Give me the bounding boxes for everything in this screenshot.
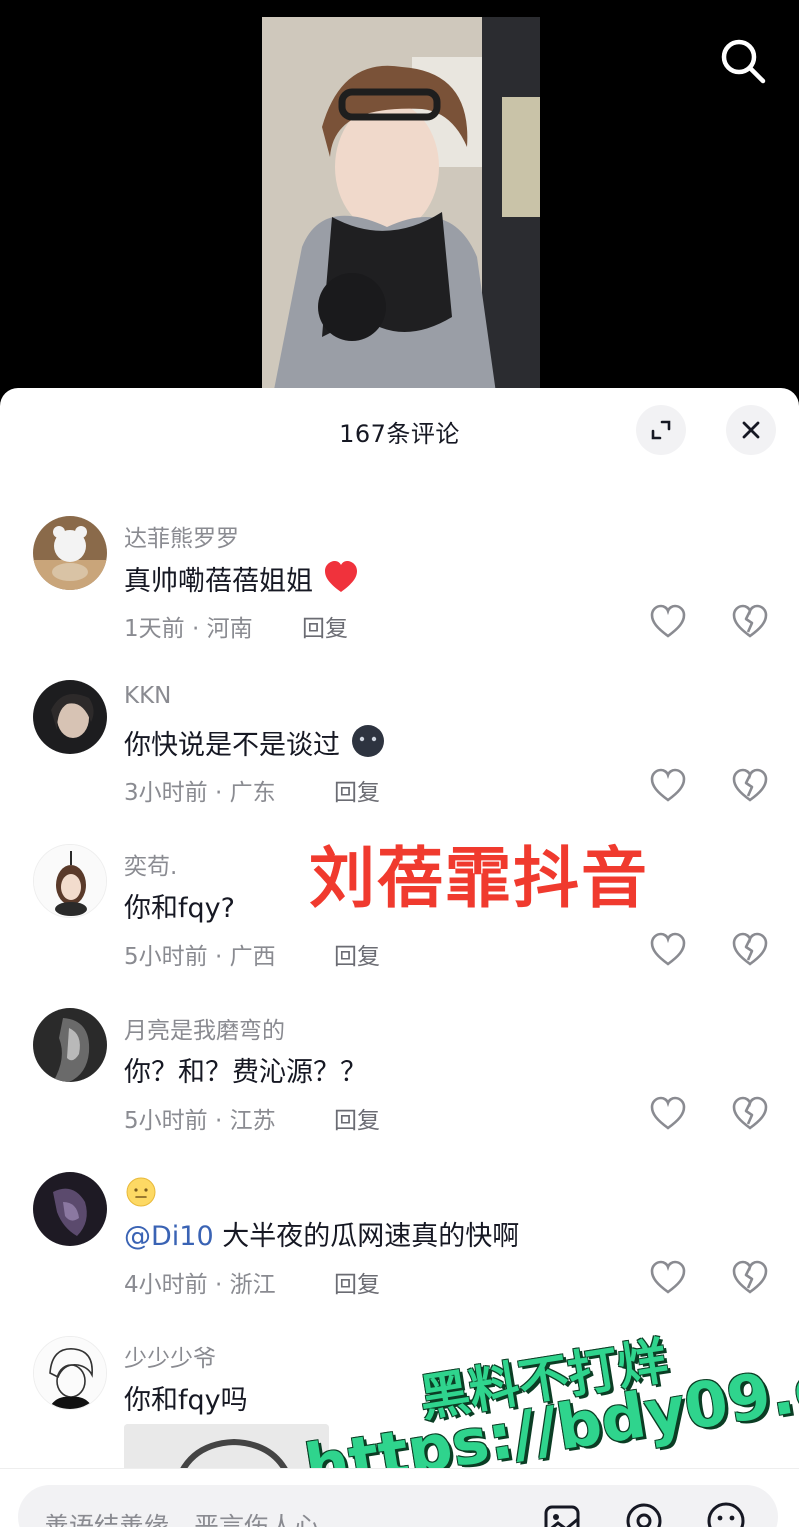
- image-icon: [544, 1505, 580, 1527]
- avatar[interactable]: [33, 1008, 107, 1082]
- comment-username[interactable]: 达菲熊罗罗: [124, 519, 239, 553]
- search-icon: [721, 39, 766, 84]
- expand-button[interactable]: [636, 405, 686, 455]
- comment-text: 真帅嘞蓓蓓姐姐: [124, 558, 360, 598]
- dislike-button[interactable]: [730, 602, 770, 642]
- comment-region: 广西: [229, 944, 276, 970]
- comment-region: 河南: [206, 616, 253, 642]
- comment-text: 你？和？费沁源？？: [124, 1057, 367, 1088]
- watermark-red-text: 刘蓓霏抖音: [309, 840, 649, 917]
- heart-outline-icon: [650, 1096, 686, 1130]
- broken-heart-icon: [732, 1260, 768, 1294]
- comment-meta: 1天前 · 河南: [124, 609, 253, 643]
- comment-meta: 4小时前 · 浙江: [124, 1265, 276, 1299]
- avatar[interactable]: [33, 844, 107, 918]
- comment-text-body: 真帅嘞蓓蓓姐姐: [124, 566, 313, 597]
- like-button[interactable]: [648, 602, 688, 642]
- dislike-button[interactable]: [730, 766, 770, 806]
- comment-meta: 5小时前 · 广西: [124, 937, 276, 971]
- meta-separator: ·: [214, 944, 223, 970]
- comment-username[interactable]: 少少少爷: [124, 1339, 216, 1373]
- like-button[interactable]: [648, 1258, 688, 1298]
- comment-time: 1天前: [124, 616, 185, 642]
- comment-region: 江苏: [229, 1108, 276, 1134]
- red-heart-emoji-icon: [324, 561, 357, 592]
- broken-heart-icon: [732, 1096, 768, 1130]
- smiley-face-emoji-icon: [126, 1177, 156, 1207]
- comment-item: @Di10 大半夜的瓜网速真的快啊 4小时前 · 浙江 回复: [0, 1156, 799, 1320]
- broken-heart-icon: [732, 768, 768, 802]
- comment-text: 你和fqy?: [124, 893, 235, 924]
- like-button[interactable]: [648, 1094, 688, 1134]
- like-button[interactable]: [648, 766, 688, 806]
- comment-time: 5小时前: [124, 944, 208, 970]
- meta-separator: ·: [214, 780, 223, 806]
- comment-time: 4小时前: [124, 1272, 208, 1298]
- meta-separator: ·: [191, 616, 200, 642]
- comment-username[interactable]: [124, 1175, 158, 1209]
- comment-username[interactable]: 月亮是我磨弯的: [124, 1011, 285, 1045]
- comment-input[interactable]: 善语结善缘，恶言伤人心: [18, 1485, 778, 1527]
- comment-text-body: 大半夜的瓜网速真的快啊: [213, 1221, 520, 1252]
- avatar[interactable]: [33, 1172, 107, 1246]
- meta-separator: ·: [214, 1108, 223, 1134]
- comment-text: @Di10 大半夜的瓜网速真的快啊: [124, 1214, 519, 1253]
- mention-button[interactable]: [622, 1499, 666, 1527]
- broken-heart-icon: [732, 932, 768, 966]
- dark-face-emoji-icon: [351, 725, 384, 757]
- sheet-header: 167条评论: [0, 388, 799, 470]
- broken-heart-icon: [732, 604, 768, 638]
- comment-time: 3小时前: [124, 780, 208, 806]
- dislike-button[interactable]: [730, 1258, 770, 1298]
- reply-button[interactable]: 回复: [334, 773, 380, 807]
- comment-sheet: 167条评论 达菲熊罗罗 真帅嘞蓓蓓姐姐 1天前 · 河南 回复 KKN 你快说…: [0, 388, 799, 1527]
- meta-separator: ·: [214, 1272, 223, 1298]
- comment-region: 浙江: [229, 1272, 276, 1298]
- comment-username[interactable]: 奕苟.: [124, 847, 177, 881]
- comment-time: 5小时前: [124, 1108, 208, 1134]
- heart-outline-icon: [650, 932, 686, 966]
- heart-outline-icon: [650, 768, 686, 802]
- avatar[interactable]: [33, 1336, 107, 1410]
- comment-meta: 3小时前 · 广东: [124, 773, 276, 807]
- dislike-button[interactable]: [730, 1094, 770, 1134]
- video-area: [0, 0, 799, 400]
- emoji-button[interactable]: [704, 1499, 748, 1527]
- comment-item: 达菲熊罗罗 真帅嘞蓓蓓姐姐 1天前 · 河南 回复: [0, 500, 799, 664]
- comment-list: 达菲熊罗罗 真帅嘞蓓蓓姐姐 1天前 · 河南 回复 KKN 你快说是不是谈过 3…: [0, 500, 799, 1494]
- reply-button[interactable]: 回复: [334, 1265, 380, 1299]
- comment-username[interactable]: KKN: [124, 683, 171, 709]
- comment-region: 广东: [229, 780, 276, 806]
- comment-input-bar: 善语结善缘，恶言伤人心: [0, 1468, 799, 1527]
- close-button[interactable]: [726, 405, 776, 455]
- avatar[interactable]: [33, 516, 107, 590]
- comment-item: 月亮是我磨弯的 你？和？费沁源？？ 5小时前 · 江苏 回复: [0, 992, 799, 1156]
- comment-text: 你和fqy吗: [124, 1385, 248, 1416]
- heart-outline-icon: [650, 1260, 686, 1294]
- reply-button[interactable]: 回复: [302, 609, 348, 643]
- image-button[interactable]: [540, 1499, 584, 1527]
- mention-link[interactable]: @Di10: [124, 1221, 214, 1252]
- comment-meta: 5小时前 · 江苏: [124, 1101, 276, 1135]
- video-thumbnail[interactable]: [262, 17, 540, 400]
- comment-item: KKN 你快说是不是谈过 3小时前 · 广东 回复: [0, 664, 799, 828]
- smiley-icon: [707, 1502, 745, 1527]
- close-icon: [742, 421, 760, 439]
- comment-text: 你快说是不是谈过: [124, 722, 387, 762]
- comment-text-body: 你快说是不是谈过: [124, 730, 340, 761]
- at-icon: [626, 1503, 662, 1527]
- reply-button[interactable]: 回复: [334, 937, 380, 971]
- heart-outline-icon: [650, 604, 686, 638]
- expand-icon: [651, 420, 671, 440]
- search-button[interactable]: [718, 36, 768, 86]
- avatar[interactable]: [33, 680, 107, 754]
- reply-button[interactable]: 回复: [334, 1101, 380, 1135]
- input-placeholder: 善语结善缘，恶言伤人心: [44, 1512, 320, 1527]
- like-button[interactable]: [648, 930, 688, 970]
- dislike-button[interactable]: [730, 930, 770, 970]
